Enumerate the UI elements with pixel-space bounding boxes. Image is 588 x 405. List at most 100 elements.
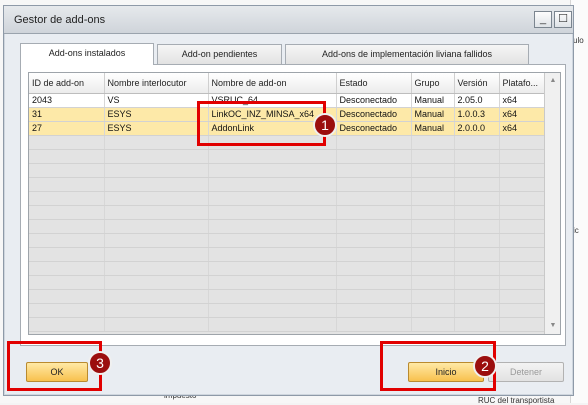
table-cell xyxy=(29,261,105,276)
table-cell xyxy=(411,289,455,304)
tab-installed-addons[interactable]: Add-ons instalados xyxy=(20,43,154,65)
column-header-platform[interactable]: Platafo... xyxy=(499,73,544,94)
table-cell xyxy=(208,219,337,234)
empty-table-row xyxy=(29,289,544,304)
table-cell: 2043 xyxy=(29,93,105,108)
table-cell xyxy=(29,191,105,206)
table-cell: x64 xyxy=(499,93,544,108)
table-cell xyxy=(208,261,337,276)
table-cell xyxy=(454,163,500,178)
table-cell xyxy=(411,219,455,234)
table-cell xyxy=(499,317,544,332)
tab-pending-addons[interactable]: Add-on pendientes xyxy=(157,44,282,64)
empty-table-row xyxy=(29,303,544,318)
table-cell xyxy=(499,191,544,206)
table-cell: 2.05.0 xyxy=(454,93,500,108)
scroll-up-icon[interactable]: ▲ xyxy=(546,74,560,88)
table-cell: 2.0.0.0 xyxy=(454,121,500,136)
annotation-box-addon-name xyxy=(197,101,326,146)
table-cell xyxy=(104,149,209,164)
vertical-scrollbar[interactable]: ▲ ▼ xyxy=(544,73,560,334)
table-cell xyxy=(104,177,209,192)
table-cell xyxy=(104,205,209,220)
table-cell xyxy=(104,317,209,332)
table-cell: VS xyxy=(104,93,209,108)
column-header-status[interactable]: Estado xyxy=(336,73,412,94)
table-cell: Desconectado xyxy=(336,93,412,108)
table-cell xyxy=(499,289,544,304)
table-cell: Desconectado xyxy=(336,107,412,122)
table-cell xyxy=(208,177,337,192)
table-cell xyxy=(104,289,209,304)
table-header-row: ID de add-on Nombre interlocutor Nombre … xyxy=(29,73,544,94)
table-cell xyxy=(454,247,500,262)
table-cell xyxy=(454,275,500,290)
table-cell xyxy=(454,219,500,234)
table-cell xyxy=(454,149,500,164)
annotation-badge-3: 3 xyxy=(88,351,112,375)
column-header-version[interactable]: Versión xyxy=(454,73,500,94)
annotation-badge-1: 1 xyxy=(313,113,337,137)
table-cell xyxy=(454,317,500,332)
table-cell: 1.0.0.3 xyxy=(454,107,500,122)
table-cell xyxy=(208,275,337,290)
empty-table-row xyxy=(29,275,544,290)
table-cell xyxy=(499,135,544,150)
table-cell: Desconectado xyxy=(336,121,412,136)
table-cell xyxy=(208,303,337,318)
table-cell xyxy=(411,233,455,248)
table-cell xyxy=(29,163,105,178)
column-header-addon-name[interactable]: Nombre de add-on xyxy=(208,73,337,94)
stop-button[interactable]: Detener xyxy=(488,362,564,382)
empty-table-row xyxy=(29,149,544,164)
table-cell xyxy=(336,261,412,276)
table-cell xyxy=(208,289,337,304)
table-cell xyxy=(29,135,105,150)
table-cell xyxy=(411,303,455,318)
empty-table-row xyxy=(29,219,544,234)
table-cell xyxy=(336,177,412,192)
table-cell xyxy=(454,205,500,220)
annotation-badge-2: 2 xyxy=(473,354,497,378)
table-cell xyxy=(499,177,544,192)
maximize-button[interactable]: ☐ xyxy=(554,11,572,28)
table-cell xyxy=(208,149,337,164)
table-cell xyxy=(336,135,412,150)
table-cell xyxy=(499,219,544,234)
table-cell xyxy=(336,247,412,262)
table-cell xyxy=(411,163,455,178)
empty-table-row xyxy=(29,163,544,178)
table-cell xyxy=(499,247,544,262)
table-cell xyxy=(336,191,412,206)
scroll-down-icon[interactable]: ▼ xyxy=(546,319,560,333)
table-cell: 27 xyxy=(29,121,105,136)
table-cell xyxy=(336,149,412,164)
table-cell xyxy=(411,317,455,332)
table-cell: Manual xyxy=(411,93,455,108)
table-cell xyxy=(454,303,500,318)
table-cell xyxy=(411,177,455,192)
table-cell xyxy=(336,289,412,304)
column-header-group[interactable]: Grupo xyxy=(411,73,455,94)
table-cell xyxy=(411,191,455,206)
table-cell xyxy=(336,303,412,318)
table-cell xyxy=(104,275,209,290)
table-cell xyxy=(336,275,412,290)
column-header-addon-id[interactable]: ID de add-on xyxy=(29,73,105,94)
table-cell xyxy=(499,233,544,248)
tab-failed-lightweight-addons[interactable]: Add-ons de implementación liviana fallid… xyxy=(285,44,529,64)
table-cell xyxy=(411,149,455,164)
table-cell xyxy=(499,149,544,164)
column-header-partner-name[interactable]: Nombre interlocutor xyxy=(104,73,209,94)
table-cell xyxy=(411,135,455,150)
table-cell xyxy=(336,163,412,178)
table-cell: Manual xyxy=(411,107,455,122)
minimize-button[interactable]: _ xyxy=(534,11,552,28)
table-cell xyxy=(336,233,412,248)
empty-table-row xyxy=(29,233,544,248)
table-cell xyxy=(454,135,500,150)
table-cell: ESYS xyxy=(104,121,209,136)
table-cell xyxy=(454,233,500,248)
title-bar[interactable]: Gestor de add-ons _ ☐ xyxy=(4,6,573,34)
empty-table-row xyxy=(29,205,544,220)
